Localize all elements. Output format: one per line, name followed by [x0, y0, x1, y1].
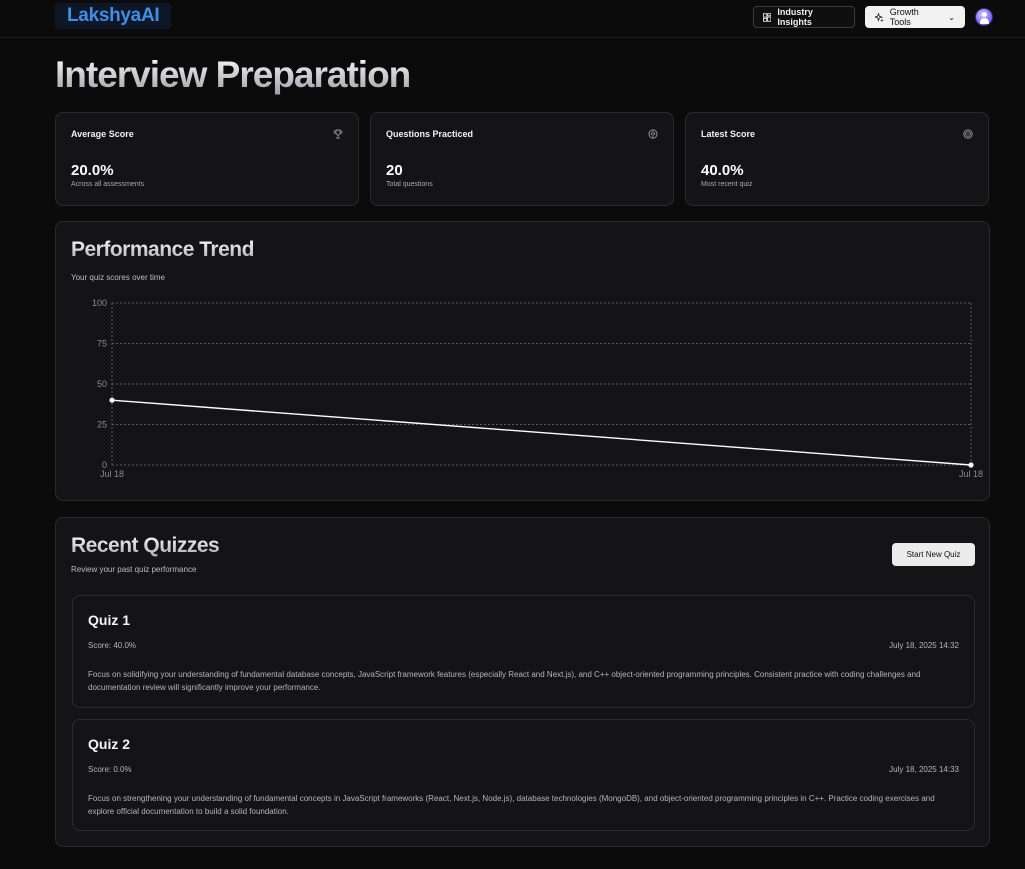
recent-quizzes-subtitle: Review your past quiz performance [71, 565, 197, 574]
latest-score-card: Latest Score 40.0% Most recent quiz [685, 112, 989, 206]
quiz-score: Score: 0.0% [88, 765, 132, 774]
stat-label: Latest Score [701, 129, 756, 139]
y-tick-label: 25 [97, 420, 107, 430]
y-tick-label: 75 [97, 339, 107, 349]
target-icon [963, 129, 973, 139]
start-new-quiz-button[interactable]: Start New Quiz [892, 543, 975, 566]
quiz-title: Quiz 2 [88, 736, 131, 752]
avatar-head [982, 12, 987, 17]
top-navbar: LakshyaAI Industry Insights Growth Tools… [0, 0, 1025, 38]
stat-label: Questions Practiced [386, 129, 474, 139]
app-logo[interactable]: LakshyaAI [55, 3, 172, 29]
page-title: Interview Preparation [55, 54, 411, 95]
stat-value: 20.0% [71, 162, 114, 179]
recent-quizzes-card: Recent Quizzes Review your past quiz per… [55, 517, 990, 847]
quiz-title: Quiz 1 [88, 612, 131, 628]
chevron-down-icon: ⌄ [948, 12, 955, 22]
industry-insights-label: Industry Insights [777, 7, 813, 27]
industry-insights-button[interactable]: Industry Insights [753, 6, 855, 28]
data-point [968, 462, 974, 468]
y-tick-label: 50 [97, 379, 107, 389]
performance-trend-card: Performance Trend Your quiz scores over … [55, 221, 990, 501]
data-point [109, 397, 115, 403]
stat-value: 40.0% [701, 162, 744, 179]
trophy-icon [333, 129, 343, 139]
growth-tools-label: Growth Tools [889, 7, 919, 27]
sparkles-icon [875, 12, 884, 22]
average-score-card: Average Score 20.0% Across all assessmen… [55, 112, 359, 206]
x-tick-label: Jul 18 [100, 469, 124, 479]
avatar-body [980, 18, 989, 24]
performance-line-chart: 0255075100Jul 18 Jul 18 [92, 298, 983, 479]
x-tick-label: Jul 18 [959, 469, 983, 479]
user-avatar[interactable] [975, 8, 993, 26]
quiz-date: July 18, 2025 14:32 [889, 641, 959, 650]
growth-tools-dropdown[interactable]: Growth Tools ⌄ [865, 6, 965, 28]
stat-value: 20 [386, 162, 403, 179]
stat-subtext: Most recent quiz [701, 181, 753, 188]
quiz-date: July 18, 2025 14:33 [889, 765, 959, 774]
quiz-feedback: Focus on solidifying your understanding … [88, 670, 921, 692]
brain-icon [648, 129, 658, 139]
quiz-feedback: Focus on strengthening your understandin… [88, 794, 935, 816]
quiz-card[interactable]: Quiz 1 Score: 40.0% July 18, 2025 14:32 … [72, 595, 975, 708]
quiz-card[interactable]: Quiz 2 Score: 0.0% July 18, 2025 14:33 F… [72, 719, 975, 831]
questions-practiced-card: Questions Practiced 20 Total questions [370, 112, 674, 206]
stat-subtext: Across all assessments [71, 181, 145, 188]
recent-quizzes-title: Recent Quizzes [71, 534, 220, 557]
stat-subtext: Total questions [386, 181, 433, 188]
dashboard-icon [763, 12, 772, 22]
stat-label: Average Score [71, 129, 134, 139]
y-tick-label: 100 [92, 298, 107, 308]
series-line [111, 399, 972, 466]
quiz-score: Score: 40.0% [88, 641, 137, 650]
